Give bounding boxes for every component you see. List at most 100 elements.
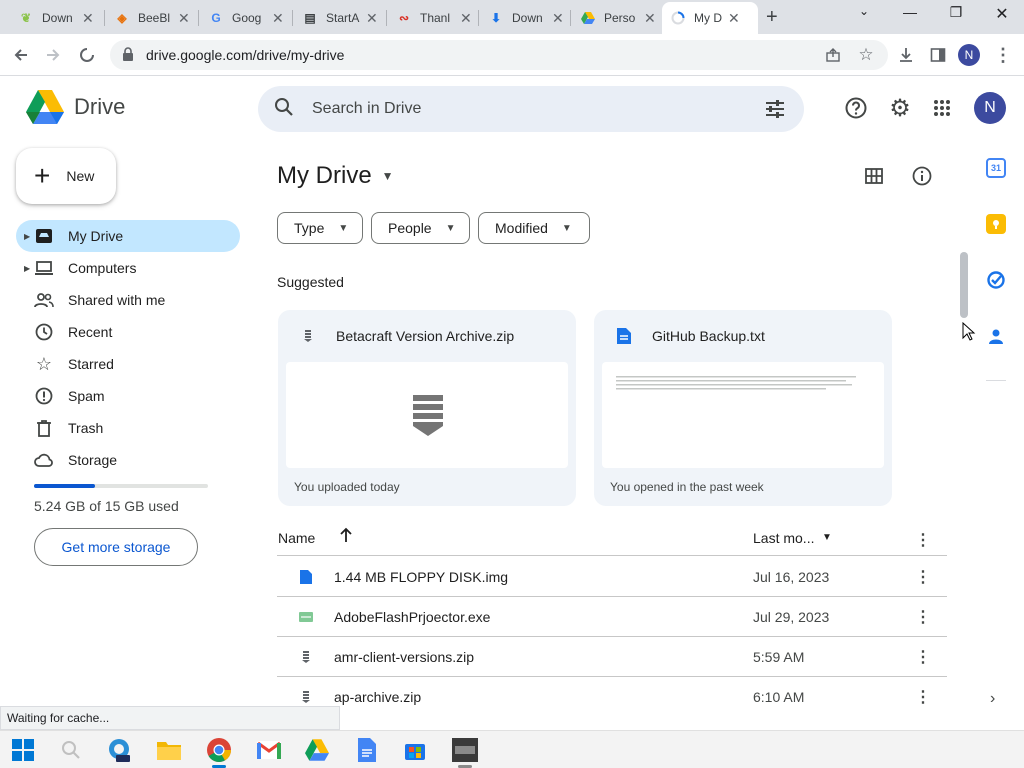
- docs-icon[interactable]: [354, 737, 380, 763]
- chrome-icon[interactable]: [206, 737, 232, 763]
- sort-ascending-icon[interactable]: [339, 527, 353, 546]
- calendar-icon[interactable]: 31: [986, 158, 1006, 178]
- close-window-icon[interactable]: ✕: [988, 4, 1016, 24]
- sidebar-item-computers[interactable]: ▶ Computers: [16, 252, 240, 284]
- more-options-icon[interactable]: ⋮: [915, 687, 931, 707]
- close-tab-icon[interactable]: ✕: [366, 10, 378, 27]
- browser-menu-icon[interactable]: ⋮: [990, 42, 1016, 68]
- browser-tab[interactable]: ⬇ Down ✕: [480, 2, 572, 34]
- page-title[interactable]: My Drive ▼: [277, 162, 394, 190]
- bookmark-star-icon[interactable]: ☆: [853, 42, 879, 68]
- zip-icon: [299, 689, 313, 705]
- restore-icon[interactable]: ❐: [942, 4, 970, 21]
- apps-grid-icon[interactable]: [930, 96, 954, 120]
- sidebar-item-spam[interactable]: Spam: [16, 380, 240, 412]
- sidebar-item-trash[interactable]: Trash: [16, 412, 240, 444]
- grid-view-icon[interactable]: [862, 164, 886, 188]
- download-icon[interactable]: [893, 42, 919, 68]
- account-avatar[interactable]: N: [974, 92, 1006, 124]
- search-box[interactable]: Search in Drive: [258, 86, 804, 132]
- card-file-name: GitHub Backup.txt: [652, 328, 765, 344]
- column-name[interactable]: Name: [278, 530, 315, 546]
- suggested-file-card[interactable]: Betacraft Version Archive.zip You upload…: [278, 310, 576, 506]
- drive-taskbar-icon[interactable]: [304, 737, 330, 763]
- address-bar[interactable]: drive.google.com/drive/my-drive: [110, 40, 888, 70]
- more-options-icon[interactable]: ⋮: [915, 607, 931, 627]
- search-input[interactable]: Search in Drive: [312, 100, 421, 118]
- get-more-storage-button[interactable]: Get more storage: [34, 528, 198, 566]
- filter-modified[interactable]: Modified ▼: [478, 212, 590, 244]
- beta-crafts-icon[interactable]: [452, 737, 478, 763]
- sidebar-item-starred[interactable]: ☆ Starred: [16, 348, 240, 380]
- back-button[interactable]: [8, 42, 34, 68]
- browser-tab[interactable]: ◈ BeeBl ✕: [106, 2, 198, 34]
- tasks-icon[interactable]: [986, 270, 1006, 290]
- computer-icon: [34, 258, 54, 278]
- gmail-icon[interactable]: [256, 737, 282, 763]
- sidebar-item-storage[interactable]: Storage: [16, 444, 240, 476]
- close-tab-icon[interactable]: ✕: [728, 10, 740, 27]
- keep-icon[interactable]: [986, 214, 1006, 234]
- new-button[interactable]: + New: [16, 148, 116, 204]
- more-options-icon[interactable]: ⋮: [915, 567, 931, 587]
- search-options-icon[interactable]: [764, 98, 786, 125]
- settings-gear-icon[interactable]: ⚙: [888, 95, 912, 122]
- suggested-file-card[interactable]: GitHub Backup.txt You opened in the past…: [594, 310, 892, 506]
- forward-button[interactable]: [40, 42, 66, 68]
- table-row[interactable]: 1.44 MB FLOPPY DISK.img Jul 16, 2023 ⋮: [277, 557, 947, 597]
- minimize-icon[interactable]: —: [896, 4, 924, 20]
- expand-side-panel-icon[interactable]: ›: [990, 690, 995, 708]
- more-options-icon[interactable]: ⋮: [915, 530, 931, 550]
- stop-loading-button[interactable]: [74, 42, 100, 68]
- close-tab-icon[interactable]: ✕: [82, 10, 94, 27]
- close-tab-icon[interactable]: ✕: [552, 10, 564, 27]
- browser-tab[interactable]: ❦ Down ✕: [10, 2, 102, 34]
- taskbar-search-icon[interactable]: [58, 737, 84, 763]
- side-panel-icon[interactable]: [925, 42, 951, 68]
- filter-people[interactable]: People ▼: [371, 212, 470, 244]
- close-tab-icon[interactable]: ✕: [460, 10, 472, 27]
- info-icon[interactable]: [910, 164, 934, 188]
- close-tab-icon[interactable]: ✕: [272, 10, 284, 27]
- close-tab-icon[interactable]: ✕: [178, 10, 190, 27]
- search-icon[interactable]: [274, 97, 294, 122]
- browser-profile-avatar[interactable]: N: [958, 44, 980, 66]
- dropdown-arrow-icon: ▼: [381, 169, 394, 183]
- table-row[interactable]: ap-archive.zip 6:10 AM ⋮: [277, 677, 947, 717]
- tab-search-icon[interactable]: ⌄: [850, 4, 878, 18]
- scrollbar-thumb[interactable]: [960, 252, 968, 318]
- store-icon[interactable]: [402, 737, 428, 763]
- dropdown-arrow-icon[interactable]: ▼: [822, 532, 832, 543]
- windows-start-icon[interactable]: [10, 737, 36, 763]
- contacts-icon[interactable]: [986, 326, 1006, 346]
- exe-icon: [299, 609, 313, 625]
- file-modified: Jul 29, 2023: [753, 609, 830, 625]
- dropdown-arrow-icon: ▼: [445, 222, 456, 234]
- expand-caret-icon[interactable]: ▶: [24, 232, 30, 241]
- share-icon[interactable]: [820, 42, 846, 68]
- sidebar-nav: ▶ My Drive ▶ Computers Shared with me Re…: [16, 220, 240, 476]
- expand-caret-icon[interactable]: ▶: [24, 264, 30, 273]
- sidebar-item-shared[interactable]: Shared with me: [16, 284, 240, 316]
- filter-type[interactable]: Type ▼: [277, 212, 363, 244]
- table-row[interactable]: amr-client-versions.zip 5:59 AM ⋮: [277, 637, 947, 677]
- edge-beta-icon[interactable]: [106, 737, 132, 763]
- browser-tab[interactable]: ▤ StartA ✕: [294, 2, 386, 34]
- close-tab-icon[interactable]: ✕: [644, 10, 656, 27]
- browser-tab[interactable]: G Goog ✕: [200, 2, 292, 34]
- browser-status-bar: Waiting for cache...: [0, 706, 340, 730]
- file-explorer-icon[interactable]: [156, 737, 182, 763]
- browser-tab[interactable]: Perso ✕: [572, 2, 664, 34]
- help-icon[interactable]: [844, 96, 868, 120]
- sidebar-item-my-drive[interactable]: ▶ My Drive: [16, 220, 240, 252]
- more-options-icon[interactable]: ⋮: [915, 647, 931, 667]
- column-last-modified[interactable]: Last mo...: [753, 530, 814, 546]
- table-row[interactable]: AdobeFlashPrjoector.exe Jul 29, 2023 ⋮: [277, 597, 947, 637]
- file-modified: Jul 16, 2023: [753, 569, 830, 585]
- new-tab-button[interactable]: +: [766, 6, 778, 29]
- browser-tab[interactable]: ∾ Thanl ✕: [388, 2, 480, 34]
- drive-logo[interactable]: Drive: [26, 90, 125, 124]
- storage-usage-text: 5.24 GB of 15 GB used: [34, 498, 179, 514]
- browser-tab-active[interactable]: My D ✕: [662, 2, 758, 34]
- sidebar-item-recent[interactable]: Recent: [16, 316, 240, 348]
